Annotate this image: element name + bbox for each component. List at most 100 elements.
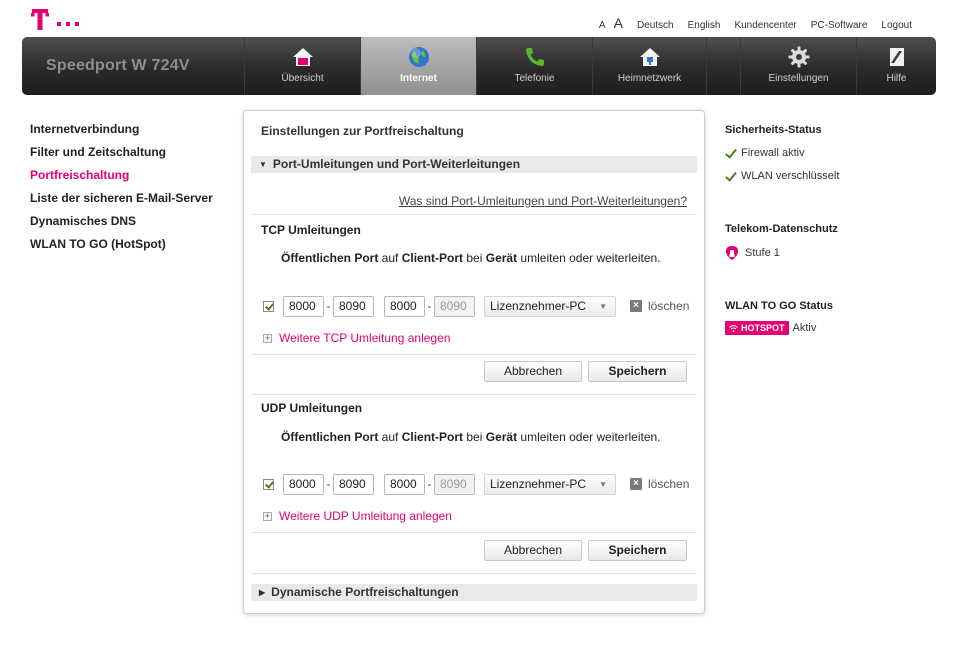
tcp-delete-label: löschen <box>648 299 690 313</box>
range-dash: - <box>427 477 432 491</box>
tcp-device-select[interactable]: Lizenznehmer-PC ▼ <box>484 295 616 317</box>
udp-public-port-from-input[interactable] <box>283 473 324 495</box>
chevron-down-icon: ▼ <box>599 479 607 489</box>
divider <box>251 394 697 395</box>
section-dynamic-ports-header[interactable]: ▶ Dynamische Portfreischaltungen <box>251 584 697 601</box>
udp-delete-label: löschen <box>648 477 690 491</box>
udp-delete-button[interactable]: × löschen <box>630 477 689 491</box>
instr-client-port: Client-Port <box>401 430 464 444</box>
instr-device: Gerät <box>485 430 518 444</box>
plus-icon: + <box>263 510 272 521</box>
tab-heimnetzwerk[interactable]: Heimnetzwerk <box>592 37 706 95</box>
home-icon <box>292 48 313 66</box>
tcp-section-title: TCP Umleitungen <box>261 223 361 237</box>
tcp-client-port-from-input[interactable] <box>384 295 425 317</box>
tcp-public-port-from-input[interactable] <box>283 295 324 317</box>
tcp-save-button[interactable]: Speichern <box>588 361 687 382</box>
language-deutsch-link[interactable]: Deutsch <box>637 20 674 31</box>
udp-section-title: UDP Umleitungen <box>261 401 363 415</box>
divider <box>251 573 697 574</box>
nav-spacer <box>706 37 740 95</box>
logout-link[interactable]: Logout <box>881 20 912 31</box>
help-port-forwarding-link[interactable]: Was sind Port-Umleitungen und Port-Weite… <box>399 194 687 208</box>
wifi-icon <box>729 324 738 332</box>
tcp-rule-row: - - Lizenznehmer-PC ▼ × löschen <box>263 295 689 317</box>
instr-public-port: Öffentlichen Port <box>281 251 379 265</box>
instr-text: bei <box>463 430 486 444</box>
device-model-title: Speedport W 724V <box>46 57 190 74</box>
tab-internet[interactable]: Internet <box>360 37 476 95</box>
kundencenter-link[interactable]: Kundencenter <box>734 20 796 31</box>
globe-icon <box>408 47 429 67</box>
font-size-small-link[interactable]: A <box>599 20 606 31</box>
privacy-lock-icon <box>726 246 738 260</box>
port-settings-panel: Einstellungen zur Portfreischaltung ▼ Por… <box>243 110 705 614</box>
section-port-forwarding-label: Port-Umleitungen und Port-Weiterleitunge… <box>272 157 521 171</box>
udp-add-rule-link[interactable]: + Weitere UDP Umleitung anlegen <box>263 509 452 523</box>
hotspot-badge-label: HOTSPOT <box>741 323 785 333</box>
section-dynamic-ports-label: Dynamische Portfreischaltungen <box>271 585 459 599</box>
plus-icon: + <box>263 332 272 343</box>
udp-rule-checkbox[interactable] <box>263 478 274 490</box>
close-icon: × <box>630 478 642 490</box>
tab-einstellungen-label: Einstellungen <box>768 73 829 84</box>
telekom-t-logo-icon <box>31 9 79 30</box>
wlan-status: WLAN verschlüsselt <box>725 170 839 182</box>
instr-text: auf <box>378 430 402 444</box>
udp-client-port-from-input[interactable] <box>384 473 425 495</box>
sidebar-item-filter-zeitschaltung[interactable]: Filter und Zeitschaltung <box>30 145 213 168</box>
hotspot-badge: HOTSPOT <box>725 321 789 335</box>
font-size-large-link[interactable]: A <box>614 15 623 31</box>
firewall-status: Firewall aktiv <box>725 147 805 159</box>
range-dash: - <box>326 299 331 313</box>
security-status-title: Sicherheits-Status <box>725 124 822 136</box>
phone-icon <box>525 48 544 66</box>
triangle-down-icon: ▼ <box>259 160 267 169</box>
tcp-delete-button[interactable]: × löschen <box>630 299 689 313</box>
language-english-link[interactable]: English <box>688 20 721 31</box>
sidebar-item-dynamisches-dns[interactable]: Dynamisches DNS <box>30 214 213 237</box>
tcp-client-port-to-input <box>434 295 475 317</box>
tab-hilfe[interactable]: Hilfe <box>856 37 936 95</box>
divider <box>251 214 697 215</box>
udp-save-button[interactable]: Speichern <box>588 540 687 561</box>
sidebar-item-wlan-to-go[interactable]: WLAN TO GO (HotSpot) <box>30 237 213 260</box>
tab-internet-label: Internet <box>400 73 437 84</box>
tab-einstellungen[interactable]: Einstellungen <box>740 37 856 95</box>
section-port-forwarding-header[interactable]: ▼ Port-Umleitungen und Port-Weiterleitung… <box>251 156 697 173</box>
tab-telefonie[interactable]: Telefonie <box>476 37 592 95</box>
instr-client-port: Client-Port <box>401 251 464 265</box>
udp-device-value: Lizenznehmer-PC <box>490 477 587 491</box>
sidebar-item-portfreischaltung[interactable]: Portfreischaltung <box>30 168 213 191</box>
tab-uebersicht-label: Übersicht <box>281 73 324 84</box>
range-dash: - <box>427 299 432 313</box>
page-title: Einstellungen zur Portfreischaltung <box>261 124 464 138</box>
close-icon: × <box>630 300 642 312</box>
udp-client-port-to-input <box>434 473 475 495</box>
sidebar-item-email-server[interactable]: Liste der sicheren E-Mail-Server <box>30 191 213 214</box>
udp-device-select[interactable]: Lizenznehmer-PC ▼ <box>484 473 616 495</box>
instr-text: umleiten oder weiterleiten. <box>517 430 661 444</box>
divider <box>251 532 697 533</box>
tab-uebersicht[interactable]: Übersicht <box>244 37 360 95</box>
main-navigation: Speedport W 724V Übersicht Internet Tele… <box>22 37 936 95</box>
divider <box>251 354 697 355</box>
tab-telefonie-label: Telefonie <box>514 73 555 84</box>
pc-software-link[interactable]: PC-Software <box>811 20 868 31</box>
tcp-instruction-text: Öffentlichen Port auf Client-Port bei Ge… <box>281 251 661 265</box>
tab-heimnetzwerk-label: Heimnetzwerk <box>617 73 682 84</box>
tab-hilfe-label: Hilfe <box>886 73 907 84</box>
sidebar-item-internetverbindung[interactable]: Internetverbindung <box>30 122 213 145</box>
chevron-down-icon: ▼ <box>599 301 607 311</box>
udp-instruction-text: Öffentlichen Port auf Client-Port bei Ge… <box>281 430 661 444</box>
tcp-add-rule-link[interactable]: + Weitere TCP Umleitung anlegen <box>263 331 450 345</box>
udp-public-port-to-input[interactable] <box>333 473 374 495</box>
tcp-cancel-button[interactable]: Abbrechen <box>484 361 582 382</box>
tcp-add-rule-label: Weitere TCP Umleitung anlegen <box>279 331 451 345</box>
instr-text: umleiten oder weiterleiten. <box>517 251 661 265</box>
gear-icon <box>788 46 809 68</box>
tcp-rule-checkbox[interactable] <box>263 300 274 312</box>
tcp-public-port-to-input[interactable] <box>333 295 374 317</box>
instr-text: bei <box>463 251 486 265</box>
udp-cancel-button[interactable]: Abbrechen <box>484 540 582 561</box>
